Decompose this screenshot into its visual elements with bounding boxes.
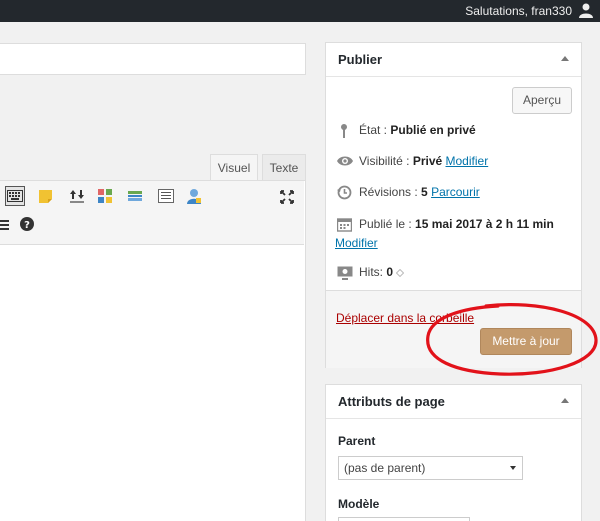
visibility-label: Visibilité : [359,154,413,168]
hits-count: 0 [386,265,394,279]
template-label: Modèle [338,497,380,511]
parent-select-value: (pas de parent) [344,461,426,475]
visibility-edit-link[interactable]: Modifier [446,154,489,168]
svg-text:?: ? [24,220,30,231]
account-greeting[interactable]: Salutations, fran330 [465,4,572,18]
template-select[interactable] [338,517,470,521]
table-icon[interactable] [0,215,12,235]
page-attributes-box: Attributs de page Parent (pas de parent)… [325,384,582,521]
transfer-icon[interactable] [67,186,87,206]
status-value: Publié en privé [390,123,476,137]
move-to-trash-link[interactable]: Déplacer dans la corbeille [336,311,474,325]
visibility-value: Privé [412,154,443,168]
tab-visual[interactable]: Visuel [210,154,258,181]
user-lock-icon[interactable] [184,186,204,206]
page-attributes-title: Attributs de page [338,394,445,409]
calendar-icon [337,218,352,232]
chevron-down-icon [510,466,516,470]
published-edit-row: Modifier [335,236,378,250]
publish-box-header[interactable]: Publier [326,43,581,77]
pin-icon [341,124,347,138]
keyboard-shortcuts-icon[interactable] [5,186,25,206]
publish-box: Publier Aperçu État : Publié en privé Vi… [325,42,582,368]
publish-box-title: Publier [338,52,383,67]
major-publishing-actions: Déplacer dans la corbeille Mettre à jour [326,290,581,368]
published-date: 15 mai 2017 à 2 h 11 min [415,217,554,231]
user-icon[interactable] [579,3,593,18]
preview-button[interactable]: Aperçu [512,87,572,114]
status-label: État : [359,123,391,137]
revisions-label: Révisions : [359,185,422,199]
published-date-edit-link[interactable]: Modifier [335,236,378,250]
revisions-count: 5 [421,185,428,199]
screen-icon [337,266,353,280]
help-icon[interactable]: ? [17,214,37,234]
diamond-icon [396,268,405,278]
eye-icon [337,156,353,166]
page-attributes-header[interactable]: Attributs de page [326,385,581,419]
published-label: Publié le : [359,217,416,231]
hits-label: Hits: [359,265,387,279]
sticky-note-icon[interactable] [35,186,55,206]
revisions-browse-link[interactable]: Parcourir [431,185,480,199]
admin-bar: Salutations, fran330 [0,0,600,22]
list-icon[interactable] [156,186,176,206]
color-blocks-icon[interactable] [95,186,115,206]
post-title-input[interactable] [0,43,306,75]
fullscreen-icon[interactable] [277,187,297,207]
tab-text[interactable]: Texte [262,154,306,181]
parent-select[interactable]: (pas de parent) [338,456,523,480]
editor-toolbar: ? [0,181,304,245]
collapse-arrow-icon[interactable] [561,56,569,61]
content-editor[interactable]: ? [0,180,306,521]
divider-icon[interactable] [125,186,145,206]
collapse-arrow-icon[interactable] [561,398,569,403]
history-icon [337,185,352,200]
parent-label: Parent [338,434,376,448]
update-button[interactable]: Mettre à jour [480,328,572,355]
